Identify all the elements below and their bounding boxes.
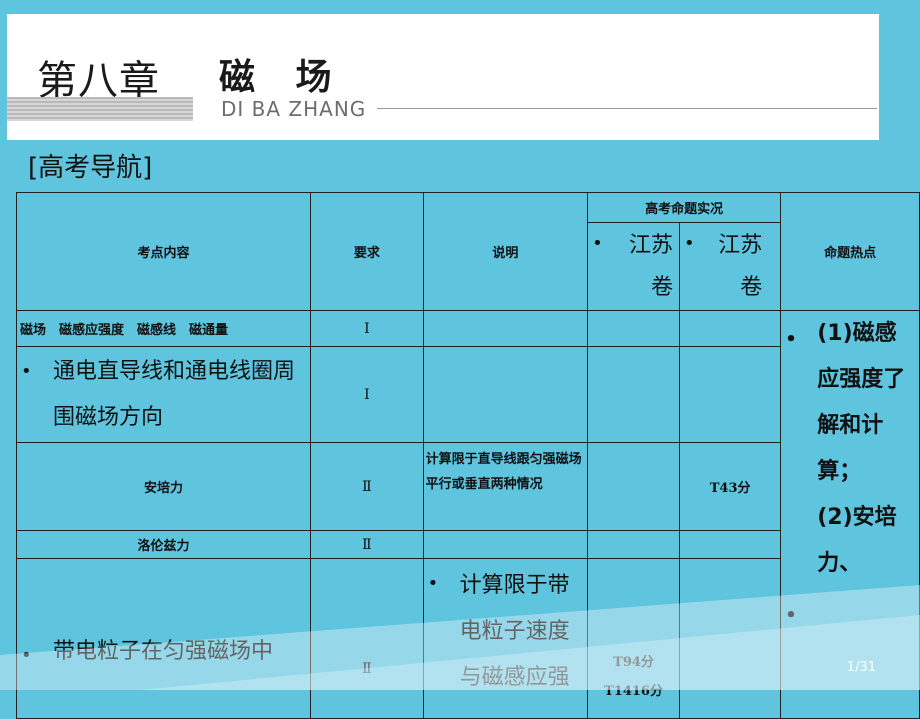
row-req: Ⅱ [310, 442, 424, 531]
row-req: Ⅰ [310, 310, 424, 347]
row-js1: T94分 T1416分 [587, 558, 681, 719]
header-jiangsu-2: • 江苏卷 [679, 222, 782, 311]
row-magnetic-field: 磁场 磁感应强度 磁感线 磁通量 [15, 310, 312, 347]
row-js2 [679, 346, 782, 443]
row-req: Ⅰ [310, 346, 424, 443]
row-charged-particle: • 带电粒子在匀强磁场中 [15, 558, 312, 719]
decorative-bar [7, 97, 193, 121]
row-note [422, 310, 589, 347]
hot-topic-1: (1)磁感应强度了解和计算； [817, 321, 906, 484]
row-js2 [679, 530, 782, 559]
header-jiangsu-1: • 江苏卷 [587, 222, 681, 311]
header-requirement: 要求 [310, 192, 424, 311]
row-req: Ⅱ [310, 530, 424, 559]
exam-guide-table: 考点内容 要求 说明 高考命题实况 命题热点 • 江苏卷 • 江苏卷 磁场 磁感… [15, 192, 920, 719]
page-number: 1/31 [846, 660, 876, 675]
row-js1 [587, 310, 681, 347]
header-exam-history: 高考命题实况 [587, 192, 782, 223]
chapter-topic: 磁 场 [219, 57, 346, 98]
header-content: 考点内容 [15, 192, 312, 311]
chapter-header-card: 第八章 磁 场 DI BA ZHANG [7, 14, 879, 140]
hot-topics-cell: • (1)磁感应强度了解和计算； • (2)安培力、 [780, 310, 920, 719]
section-title: [高考导航] [28, 153, 153, 183]
row-note: 计算限于直导线跟匀强磁场平行或垂直两种情况 [422, 442, 589, 531]
row-js2 [679, 310, 782, 347]
row-note [422, 530, 589, 559]
row-lorentz-force: 洛伦兹力 [15, 530, 312, 559]
row-js1 [587, 442, 681, 531]
row-current-field: • 通电直导线和通电线圈周围磁场方向 [15, 346, 312, 443]
row-js1 [587, 530, 681, 559]
row-js2: T43分 [679, 442, 782, 531]
row-ampere-force: 安培力 [15, 442, 312, 531]
header-explanation: 说明 [422, 192, 589, 311]
row-js2 [679, 558, 782, 719]
chapter-pinyin: DI BA ZHANG [221, 97, 367, 121]
row-req: Ⅱ [310, 558, 424, 719]
row-js1 [587, 346, 681, 443]
row-note [422, 346, 589, 443]
hot-topic-2: (2)安培力、 [817, 505, 897, 576]
row-note: • 计算限于带电粒子速度与磁感应强 [422, 558, 589, 719]
divider-line [377, 108, 877, 109]
header-hot-topics: 命题热点 [780, 192, 920, 311]
